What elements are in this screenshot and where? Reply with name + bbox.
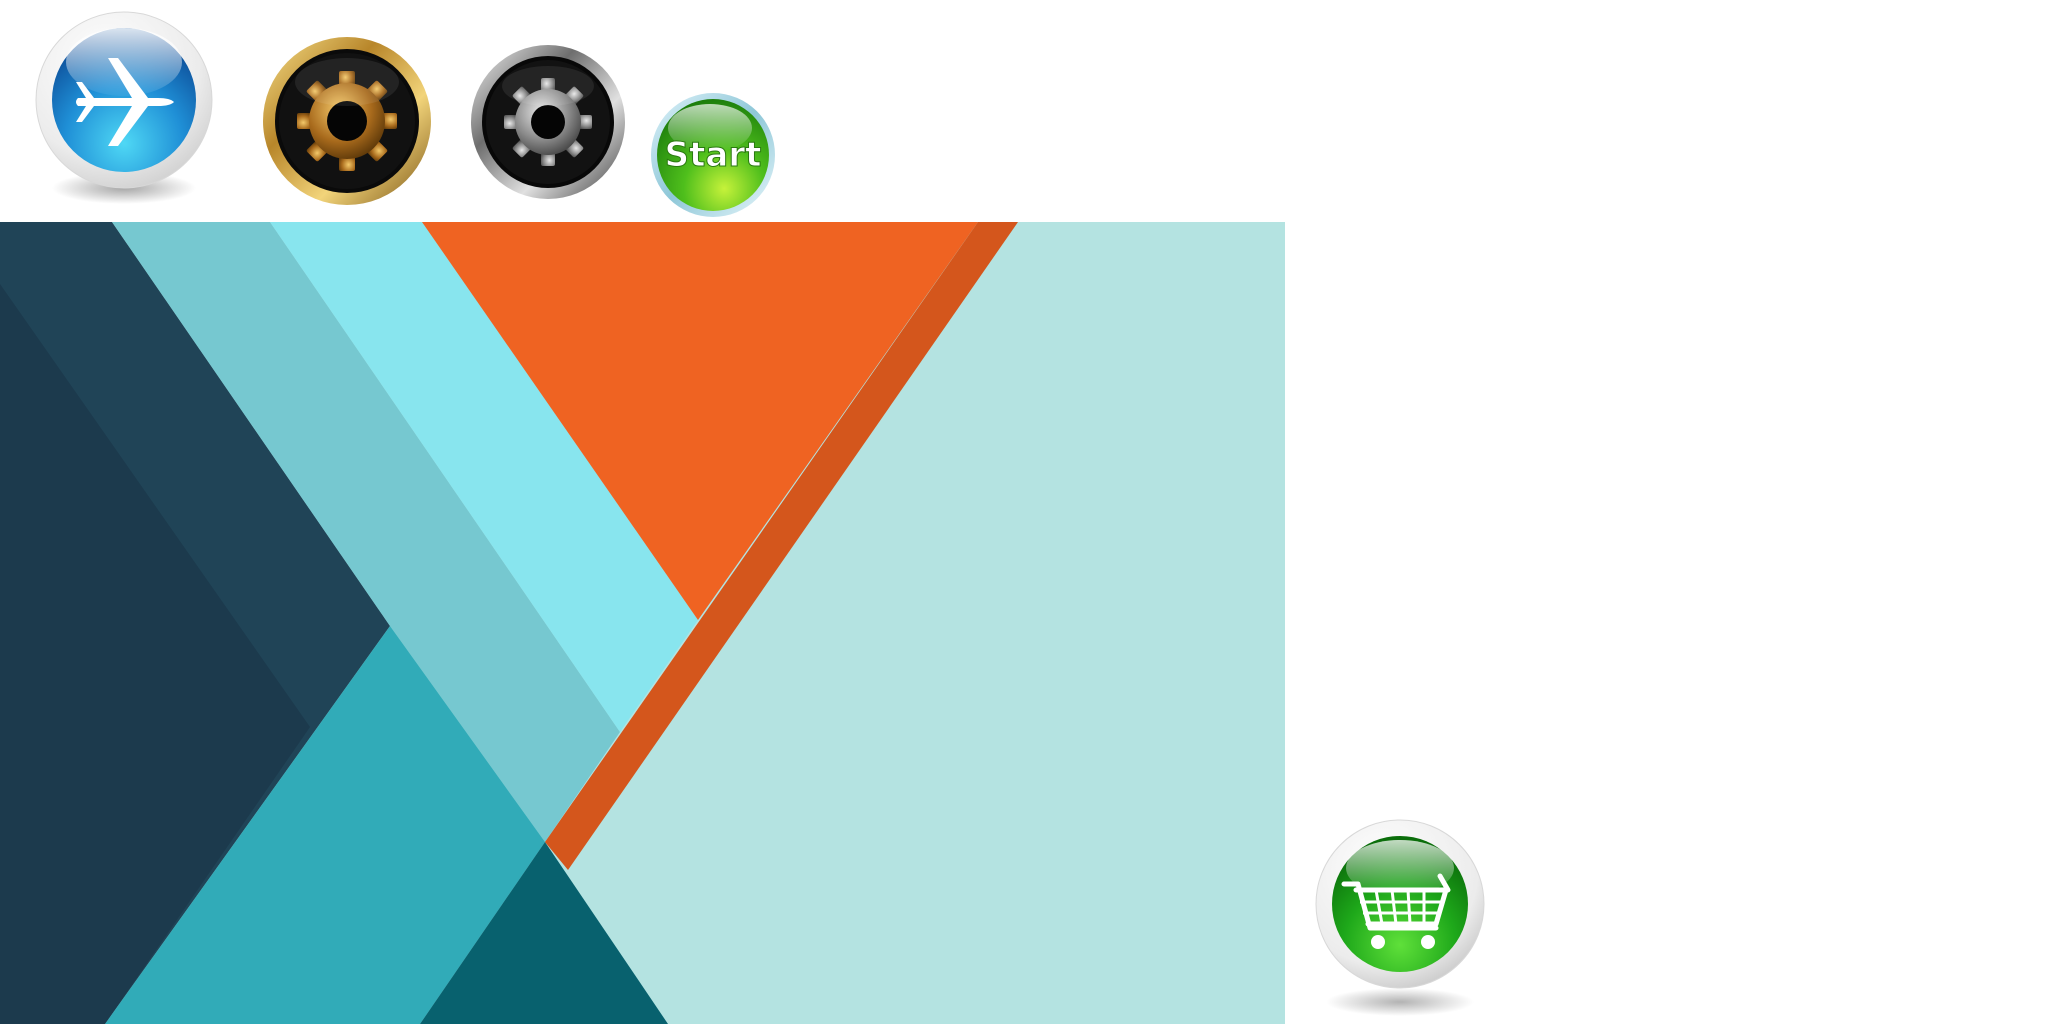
airplane-icon	[35, 11, 213, 204]
gold-gear-button[interactable]	[262, 36, 432, 206]
gear-icon	[471, 45, 625, 199]
start-label: Start	[665, 135, 762, 175]
start-button[interactable]: Start	[650, 92, 776, 218]
shopping-cart-button[interactable]	[1290, 806, 1510, 1026]
wallpaper-geometric	[0, 222, 1285, 1024]
shopping-cart-icon	[1315, 819, 1485, 1016]
gear-icon	[263, 37, 431, 205]
silver-gear-button[interactable]	[470, 44, 626, 200]
desktop-wallpaper	[0, 222, 1285, 1024]
start-button-graphic: Start	[651, 93, 775, 217]
airplane-button[interactable]	[34, 10, 214, 210]
